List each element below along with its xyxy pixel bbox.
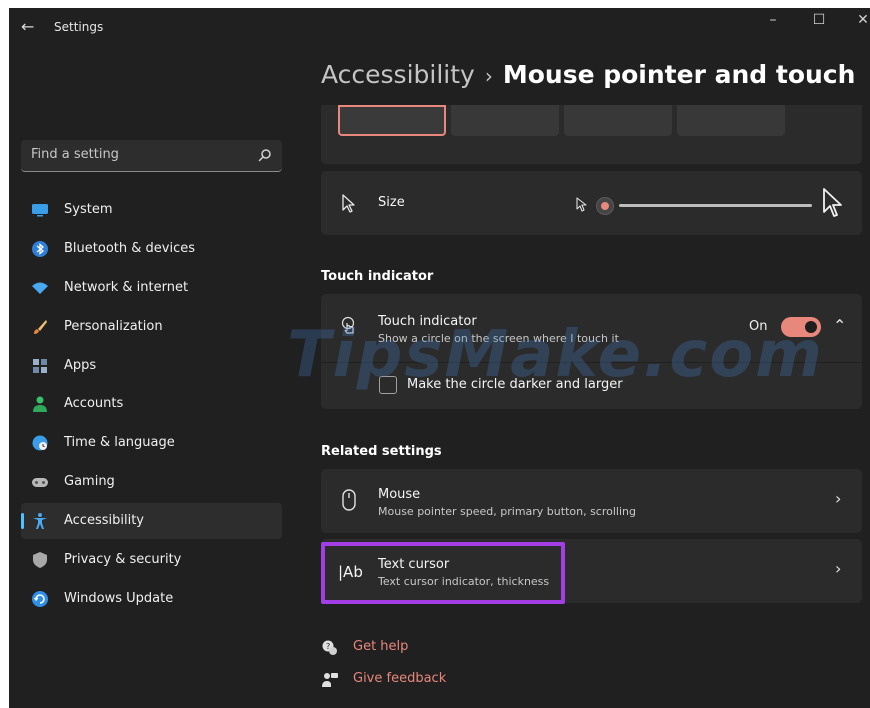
sidebar-item-label: Bluetooth & devices bbox=[64, 240, 195, 256]
search-icon[interactable] bbox=[258, 148, 272, 162]
sidebar-item-label: Personalization bbox=[64, 318, 163, 334]
update-icon bbox=[32, 590, 48, 607]
large-pointer-icon bbox=[823, 188, 842, 217]
touch-indicator-toggle[interactable] bbox=[781, 317, 821, 337]
person-icon bbox=[33, 396, 47, 413]
sidebar-item-accessibility[interactable]: Accessibility bbox=[21, 503, 282, 540]
sidebar-item-accounts[interactable]: Accounts bbox=[21, 386, 282, 422]
sidebar-item-label: System bbox=[64, 202, 113, 217]
text-cursor-icon: |Ab bbox=[338, 563, 363, 581]
pointer-style-option[interactable] bbox=[677, 105, 785, 136]
mouse-subtitle: Mouse pointer speed, primary button, scr… bbox=[378, 505, 636, 518]
settings-window: ← Settings – ☐ ✕ System Bluetooth & devi… bbox=[9, 8, 870, 708]
brush-icon bbox=[34, 319, 47, 334]
sidebar-item-label: Time & language bbox=[64, 435, 175, 451]
maximize-button[interactable]: ☐ bbox=[797, 10, 841, 34]
mouse-icon bbox=[342, 489, 356, 511]
wifi-icon bbox=[32, 282, 48, 294]
pointer-icon bbox=[342, 194, 355, 213]
back-arrow-icon[interactable]: ← bbox=[21, 17, 34, 36]
breadcrumb: Accessibility › Mouse pointer and touch bbox=[321, 60, 855, 89]
text-cursor-title: Text cursor bbox=[378, 557, 450, 572]
sidebar-item-label: Network & internet bbox=[64, 279, 189, 295]
darker-circle-checkbox[interactable] bbox=[379, 376, 397, 394]
size-slider-track[interactable] bbox=[619, 204, 812, 207]
sidebar-item-label: Gaming bbox=[64, 474, 115, 490]
sidebar-item-privacy-security[interactable]: Privacy & security bbox=[21, 542, 282, 578]
sidebar-item-label: Windows Update bbox=[64, 590, 174, 606]
search-box[interactable] bbox=[21, 140, 282, 172]
search-input[interactable] bbox=[31, 147, 241, 162]
sidebar-item-bluetooth[interactable]: Bluetooth & devices bbox=[21, 231, 282, 267]
text-cursor-card[interactable]: |Ab Text cursor Text cursor indicator, t… bbox=[321, 539, 862, 603]
title-bar: ← Settings – ☐ ✕ bbox=[9, 8, 870, 48]
chevron-right-icon: › bbox=[835, 559, 842, 578]
touch-icon bbox=[341, 316, 355, 334]
minimize-button[interactable]: – bbox=[751, 10, 795, 34]
small-pointer-icon bbox=[576, 197, 587, 212]
mouse-card[interactable]: Mouse Mouse pointer speed, primary butto… bbox=[321, 469, 862, 533]
breadcrumb-parent[interactable]: Accessibility bbox=[321, 60, 475, 89]
sidebar-item-label: Accounts bbox=[64, 396, 124, 412]
active-indicator bbox=[21, 513, 24, 530]
give-feedback-text[interactable]: Give feedback bbox=[353, 671, 446, 686]
pointer-style-option[interactable] bbox=[564, 105, 672, 136]
sidebar-item-label: Privacy & security bbox=[64, 552, 182, 568]
feedback-icon bbox=[322, 673, 338, 687]
accessibility-icon bbox=[33, 513, 47, 530]
toggle-state-label: On bbox=[749, 319, 768, 334]
apps-icon bbox=[33, 358, 47, 373]
related-section-title: Related settings bbox=[321, 444, 442, 459]
divider bbox=[321, 362, 862, 363]
svg-text:?: ? bbox=[326, 642, 330, 651]
pointer-style-card bbox=[321, 105, 862, 164]
pointer-style-option[interactable] bbox=[451, 105, 559, 136]
shield-icon bbox=[33, 552, 47, 569]
globe-clock-icon bbox=[32, 435, 48, 451]
get-help-text[interactable]: Get help bbox=[353, 639, 408, 654]
size-slider-thumb[interactable] bbox=[595, 197, 614, 215]
sidebar-item-apps[interactable]: Apps bbox=[21, 348, 282, 384]
help-icon: ? bbox=[322, 640, 337, 655]
pointer-style-option[interactable] bbox=[338, 105, 446, 136]
sidebar-item-system[interactable]: System bbox=[21, 192, 282, 228]
touch-indicator-card: Touch indicator Show a circle on the scr… bbox=[321, 294, 862, 409]
chevron-up-icon[interactable]: ⌃ bbox=[833, 316, 846, 335]
touch-section-title: Touch indicator bbox=[321, 269, 434, 284]
close-button[interactable]: ✕ bbox=[841, 10, 870, 34]
sidebar-item-label: Accessibility bbox=[64, 513, 144, 529]
sidebar-item-personalization[interactable]: Personalization bbox=[21, 309, 282, 345]
size-label: Size bbox=[378, 195, 405, 210]
breadcrumb-separator: › bbox=[484, 64, 493, 88]
size-card: Size bbox=[321, 171, 862, 235]
touch-indicator-subtitle: Show a circle on the screen where I touc… bbox=[378, 332, 619, 345]
sidebar-item-time-language[interactable]: Time & language bbox=[21, 425, 282, 461]
monitor-icon bbox=[32, 204, 48, 217]
sidebar-item-windows-update[interactable]: Windows Update bbox=[21, 581, 282, 617]
sidebar-item-gaming[interactable]: Gaming bbox=[21, 464, 282, 500]
checkbox-label: Make the circle darker and larger bbox=[407, 377, 623, 392]
text-cursor-subtitle: Text cursor indicator, thickness bbox=[378, 575, 550, 588]
sidebar-item-label: Apps bbox=[64, 357, 97, 373]
app-title: Settings bbox=[54, 20, 104, 34]
gamepad-icon bbox=[32, 478, 48, 488]
sidebar-nav: System Bluetooth & devices Network & int… bbox=[21, 192, 282, 620]
sidebar-item-network[interactable]: Network & internet bbox=[21, 270, 282, 306]
page-title: Mouse pointer and touch bbox=[502, 60, 856, 89]
chevron-right-icon: › bbox=[835, 489, 842, 508]
bluetooth-icon bbox=[32, 240, 48, 257]
mouse-title: Mouse bbox=[378, 487, 421, 502]
touch-indicator-title: Touch indicator bbox=[378, 314, 477, 329]
